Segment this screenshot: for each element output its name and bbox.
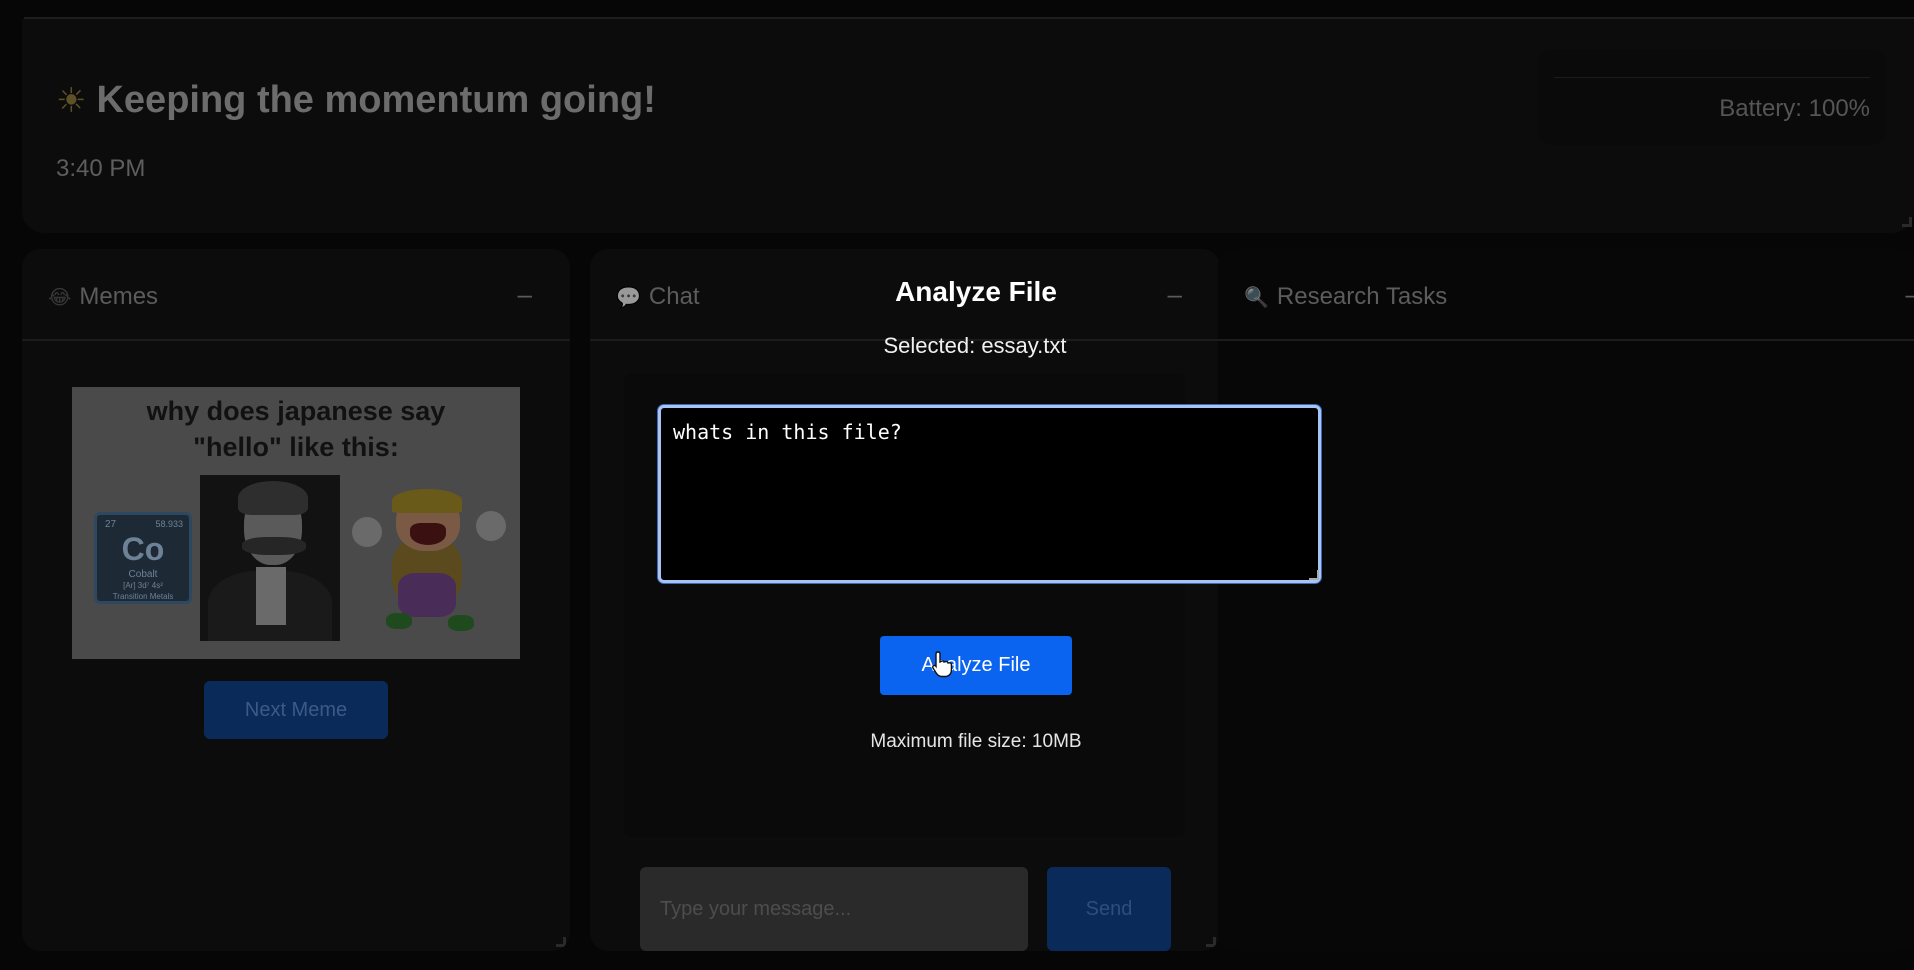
analyze-prompt-textarea[interactable]: [658, 405, 1321, 583]
sun-icon: ☀: [56, 81, 87, 120]
element-mass: 58.933: [155, 519, 183, 529]
meme-caption: why does japanese say "hello" like this:: [72, 393, 520, 465]
hand-pointer-icon: [932, 651, 953, 678]
battery-divider: [1554, 77, 1870, 78]
analyze-dialog-title: Analyze File: [0, 276, 1914, 308]
header-card: ☀ Keeping the momentum going! 3:40 PM Ba…: [22, 19, 1914, 233]
analyze-file-button[interactable]: Analyze File: [880, 636, 1072, 695]
memes-panel: 😂 Memes – why does japanese say "hello" …: [22, 249, 570, 951]
meme-caption-line-2: "hello" like this:: [193, 432, 399, 462]
resize-handle[interactable]: [1206, 937, 1216, 947]
resize-handle[interactable]: [1902, 217, 1912, 227]
send-button[interactable]: Send: [1047, 867, 1171, 951]
chat-message-input[interactable]: [640, 867, 1028, 951]
research-tasks-panel: 🔍 Research Tasks –: [1218, 249, 1914, 951]
element-config: [Ar] 3d⁷ 4s²: [123, 581, 163, 590]
next-meme-button[interactable]: Next Meme: [204, 681, 388, 739]
meme-image: why does japanese say "hello" like this:…: [72, 387, 520, 659]
element-number: 27: [105, 519, 117, 530]
meme-caption-line-1: why does japanese say: [146, 396, 446, 426]
battery-widget: Battery: 100%: [1538, 49, 1886, 145]
analyze-dialog-title-text: Analyze File: [895, 276, 1057, 307]
cartoon-character-image: [352, 487, 512, 643]
clock-time: 3:40 PM: [56, 155, 146, 182]
battery-status: Battery: 100%: [1719, 95, 1870, 122]
greeting-text: Keeping the momentum going!: [96, 79, 656, 121]
element-symbol: Co: [121, 531, 165, 567]
resize-handle[interactable]: [556, 937, 566, 947]
selected-file-label: Selected: essay.txt: [883, 333, 1067, 358]
app-window: ☀ Keeping the momentum going! 3:40 PM Ba…: [0, 0, 1914, 970]
element-name: Cobalt: [128, 569, 158, 580]
cobalt-element-tile: 27 58.933 Co Cobalt [Ar] 3d⁷ 4s² Transit…: [94, 512, 192, 604]
max-file-size-note: Maximum file size: 10MB: [870, 731, 1082, 752]
portrait-photo: [200, 475, 340, 641]
greeting-heading: ☀ Keeping the momentum going!: [56, 79, 656, 122]
element-class: Transition Metals: [112, 592, 174, 601]
textarea-resize-handle[interactable]: [1309, 570, 1319, 580]
